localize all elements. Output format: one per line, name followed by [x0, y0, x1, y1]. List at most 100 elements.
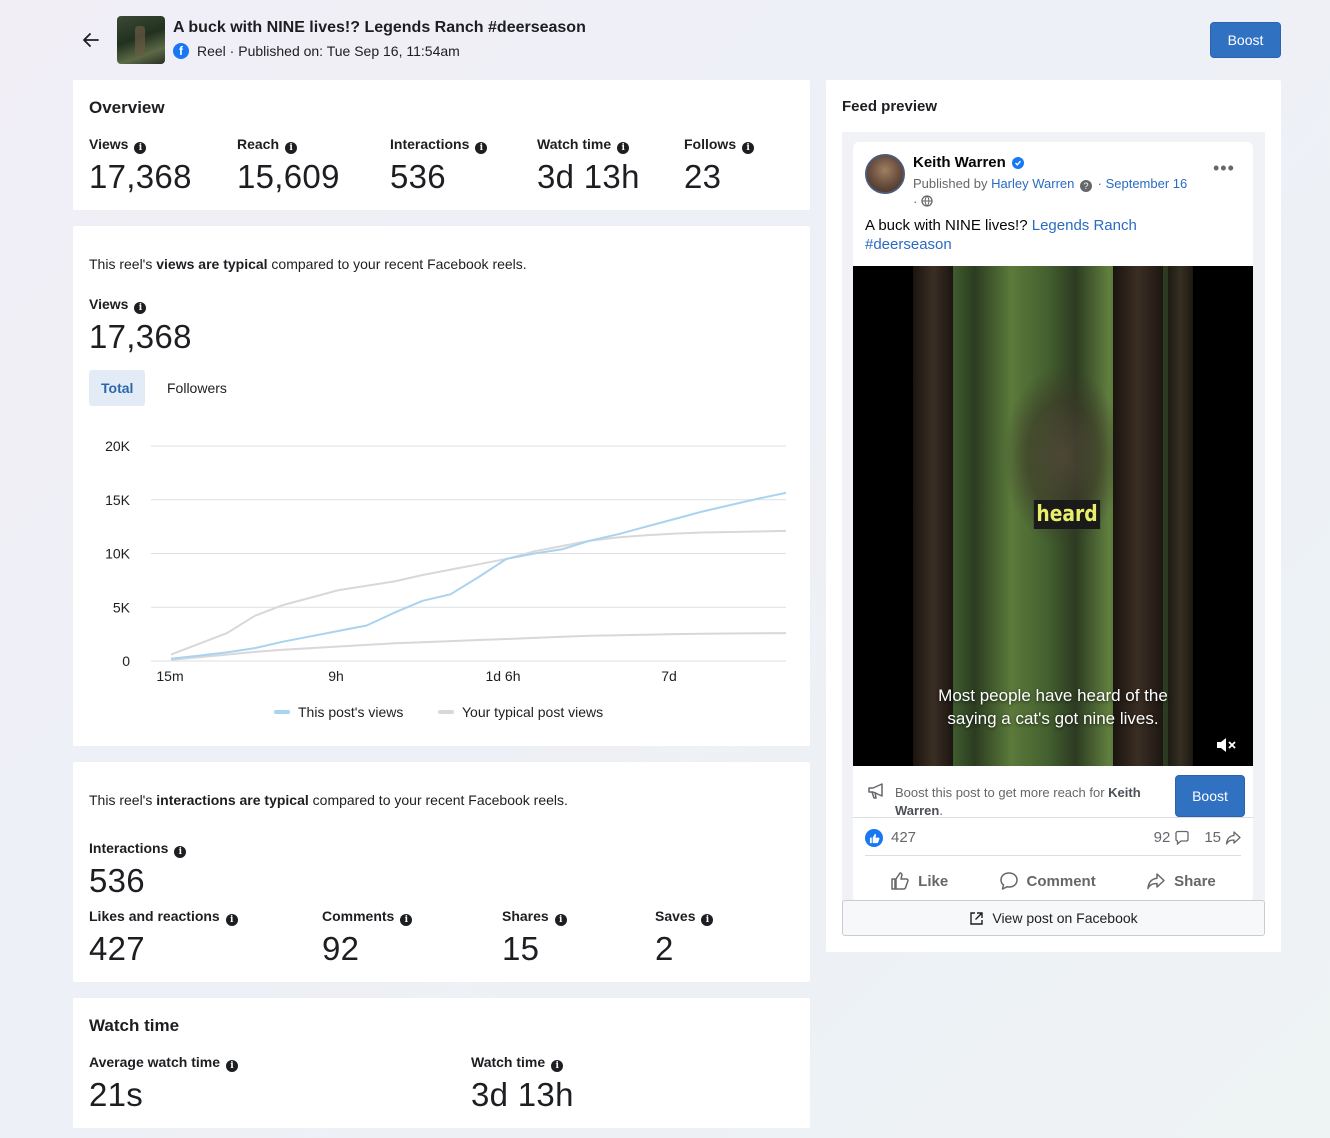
- facebook-post: Keith Warren Published by Harley Warren …: [853, 142, 1253, 902]
- facebook-icon: f: [173, 43, 189, 59]
- like-button[interactable]: Like: [890, 871, 948, 891]
- legend-swatch: [438, 710, 454, 714]
- feed-preview-card: Feed preview Keith Warren Published by H…: [826, 80, 1281, 952]
- metric-label: Views: [89, 296, 129, 312]
- metric-value: 17,368: [89, 158, 192, 195]
- y-tick-label: 15K: [105, 492, 131, 508]
- metric-label: Comments: [322, 908, 395, 924]
- legend-this-post[interactable]: This post's views: [274, 704, 403, 720]
- info-icon[interactable]: i: [742, 142, 755, 154]
- info-icon[interactable]: i: [134, 302, 147, 314]
- info-icon[interactable]: i: [225, 914, 238, 926]
- tab-total[interactable]: Total: [89, 370, 146, 406]
- watch-time-title: Watch time: [89, 1016, 180, 1035]
- views-comparison-text: This reel's views are typical compared t…: [89, 256, 527, 272]
- metric-label: Reach: [237, 136, 280, 152]
- sentence-emphasis: views are typical: [156, 256, 268, 272]
- boost-text-part: Boost this post to get more reach for: [895, 785, 1109, 800]
- boost-post-row: Boost this post to get more reach for Ke…: [853, 766, 1253, 818]
- metric-reach: Reach i 15,609: [237, 136, 340, 196]
- metric-label: Saves: [655, 908, 696, 924]
- metric-saves: Saves i 2: [655, 908, 714, 968]
- series-line-typical[interactable]: [170, 529, 787, 656]
- legend-label: Your typical post views: [462, 704, 604, 720]
- x-tick-label: 15m: [156, 668, 183, 684]
- metric-interactions: Interactions i 536: [390, 136, 488, 196]
- info-icon[interactable]: i: [134, 142, 147, 154]
- info-icon[interactable]: i: [475, 142, 488, 154]
- comment-icon: [999, 872, 1018, 890]
- view-on-facebook-button[interactable]: View post on Facebook: [842, 900, 1265, 936]
- metric-value: 15: [502, 930, 540, 967]
- info-icon[interactable]: i: [400, 914, 413, 926]
- boost-post-text: Boost this post to get more reach for Ke…: [895, 784, 1165, 820]
- info-icon[interactable]: i: [554, 914, 567, 926]
- legend-typical[interactable]: Your typical post views: [438, 704, 603, 720]
- interactions-card: This reel's interactions are typical com…: [73, 762, 810, 982]
- info-icon[interactable]: i: [551, 1060, 564, 1072]
- metric-value: 536: [390, 158, 446, 195]
- metric-average-watch-time: Average watch time i 21s: [89, 1054, 238, 1114]
- publisher-link[interactable]: Harley Warren: [991, 176, 1074, 191]
- interactions-metric: Interactions i 536: [89, 840, 187, 900]
- metric-value: 427: [89, 930, 145, 967]
- post-actions: Like Comment Share: [865, 862, 1241, 900]
- metric-label: Views: [89, 136, 129, 152]
- reel-video[interactable]: heard Most people have heard of the sayi…: [853, 266, 1253, 766]
- video-overlay-word: heard: [1033, 500, 1101, 529]
- metric-label: Watch time: [537, 136, 612, 152]
- reactions-row: 427 92 15: [865, 820, 1241, 856]
- info-icon[interactable]: i: [285, 142, 298, 154]
- avatar[interactable]: [865, 154, 905, 194]
- shares-count-value: 15: [1204, 829, 1221, 846]
- metric-label: Likes and reactions: [89, 908, 220, 924]
- metric-label: Watch time: [471, 1054, 546, 1070]
- legend-swatch: [274, 710, 290, 714]
- y-tick-label: 0: [122, 653, 130, 669]
- sentence-part: compared to your recent Facebook reels.: [308, 792, 568, 808]
- watch-time-card: Watch time Average watch time i 21s Watch…: [73, 998, 810, 1128]
- post-author[interactable]: Keith Warren: [913, 154, 1024, 171]
- metric-value: 21s: [89, 1076, 144, 1113]
- verified-badge-icon: [1011, 156, 1024, 169]
- comments-count[interactable]: 92: [1154, 829, 1191, 846]
- info-icon[interactable]: i: [701, 914, 714, 926]
- x-tick-label: 1d 6h: [485, 668, 520, 684]
- mute-icon[interactable]: [1215, 736, 1237, 754]
- comment-button[interactable]: Comment: [999, 871, 1096, 891]
- caption-text: A buck with NINE lives!?: [865, 217, 1032, 234]
- x-tick-label: 9h: [328, 668, 344, 684]
- reel-meta: f Reel · Published on: Tue Sep 16, 11:54…: [173, 43, 460, 59]
- boost-post-button[interactable]: Boost: [1175, 775, 1245, 817]
- caption-link[interactable]: Legends Ranch: [1032, 217, 1137, 234]
- help-icon[interactable]: ?: [1080, 180, 1093, 192]
- info-icon[interactable]: i: [174, 846, 187, 858]
- metric-label: Interactions: [390, 136, 470, 152]
- thumbs-up-icon: [891, 872, 909, 890]
- boost-button[interactable]: Boost: [1210, 22, 1281, 58]
- tab-followers[interactable]: Followers: [155, 370, 239, 406]
- arrow-left-icon: [83, 33, 99, 47]
- video-caption-line: Most people have heard of the: [938, 686, 1168, 705]
- info-icon[interactable]: i: [617, 142, 630, 154]
- overview-title: Overview: [89, 98, 165, 117]
- hashtag-link[interactable]: #deerseason: [865, 236, 952, 253]
- like-reaction-icon[interactable]: [865, 829, 883, 847]
- metric-views: Views i 17,368: [89, 136, 192, 196]
- info-icon[interactable]: i: [225, 1060, 238, 1072]
- post-date-link[interactable]: September 16: [1106, 176, 1188, 191]
- metric-label: Follows: [684, 136, 737, 152]
- interactions-comparison-text: This reel's interactions are typical com…: [89, 792, 568, 808]
- reactions-count[interactable]: 427: [891, 829, 916, 846]
- back-button[interactable]: [78, 27, 104, 53]
- share-label: Share: [1174, 872, 1216, 890]
- reel-title: A buck with NINE lives!? Legends Ranch #…: [173, 19, 586, 36]
- more-options-icon[interactable]: •••: [1213, 158, 1235, 179]
- sentence-part: This reel's: [89, 792, 157, 808]
- x-tick-label: 7d: [661, 668, 677, 684]
- sentence-part: compared to your recent Facebook reels.: [267, 256, 527, 272]
- metric-value: 17,368: [89, 318, 192, 355]
- shares-count[interactable]: 15: [1204, 829, 1241, 846]
- legend-label: This post's views: [298, 704, 404, 720]
- share-button[interactable]: Share: [1146, 871, 1216, 891]
